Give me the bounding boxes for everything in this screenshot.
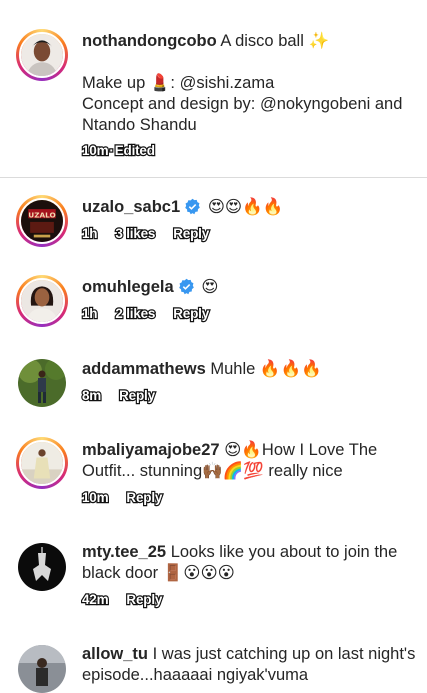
reply-button[interactable]: Reply	[172, 225, 210, 242]
comment-username[interactable]: allow_tu	[82, 645, 148, 663]
comment-text: mty.tee_25 Looks like you about to join …	[82, 542, 421, 584]
avatar[interactable]	[18, 543, 66, 591]
comment-item: addammathews Muhle 🔥🔥🔥 8m Reply	[0, 351, 427, 423]
reply-button[interactable]: Reply	[125, 489, 163, 506]
comment-avatar-ring[interactable]	[16, 437, 68, 489]
caption-line-1: A disco ball ✨	[220, 32, 330, 50]
comment-item: mbaliyamajobe27 😍🔥How I Love The Outfit.…	[0, 432, 427, 524]
comment-avatar[interactable]	[16, 643, 68, 693]
comment-username[interactable]: omuhlegela	[82, 278, 174, 296]
comment-time: 10m	[81, 489, 110, 506]
comment-item: allow_tu I was just catching up on last …	[0, 637, 427, 693]
comments-screen: nothandongcobo A disco ball ✨ Make up 💄:…	[0, 0, 427, 693]
comment-time: 1h	[81, 305, 99, 322]
comment-likes[interactable]: 3 likes	[114, 225, 156, 242]
comment-time: 8m	[81, 387, 103, 404]
verified-badge-icon	[185, 198, 200, 215]
comment-avatar[interactable]	[16, 541, 68, 593]
verified-badge-icon	[178, 278, 194, 295]
reply-button[interactable]: Reply	[172, 305, 210, 322]
caption-line-3: Concept and design by: @nokyngobeni and …	[82, 95, 403, 134]
caption-avatar-ring[interactable]	[16, 29, 68, 81]
comment-avatar-ring[interactable]: UZALO	[16, 195, 68, 247]
comment-item: mty.tee_25 Looks like you about to join …	[0, 535, 427, 627]
caption-time: 10m	[81, 142, 110, 159]
comment-meta: 1h 2 likes Reply	[81, 305, 227, 322]
comment-username[interactable]: uzalo_sabc1	[82, 198, 180, 216]
avatar[interactable]: UZALO	[19, 198, 65, 244]
caption-line-2: Make up 💄: @sishi.zama	[82, 74, 275, 92]
comment-body: 😍😍🔥🔥	[207, 198, 284, 216]
caption-block: nothandongcobo A disco ball ✨ Make up 💄:…	[0, 0, 427, 177]
comment-avatar-ring[interactable]	[16, 275, 68, 327]
reply-button[interactable]: Reply	[118, 387, 156, 404]
divider	[0, 177, 427, 178]
svg-text:UZALO: UZALO	[28, 210, 55, 219]
comment-item: omuhlegela 😍 1h 2 likes Reply	[0, 270, 427, 342]
caption-edited-label: Edited	[114, 142, 157, 159]
comment-text: omuhlegela 😍	[82, 277, 421, 298]
caption-username[interactable]: nothandongcobo	[82, 32, 217, 50]
avatar[interactable]	[18, 359, 66, 407]
meta-dot: ·	[108, 142, 115, 159]
comment-text: mbaliyamajobe27 😍🔥How I Love The Outfit.…	[82, 440, 421, 482]
comment-time: 1h	[81, 225, 99, 242]
comment-meta: 1h 3 likes Reply	[81, 225, 227, 242]
comment-body: Muhle 🔥🔥🔥	[210, 360, 322, 378]
comment-text: allow_tu I was just catching up on last …	[82, 644, 421, 686]
caption-meta: 10m·Edited	[81, 142, 173, 159]
comment-meta: 8m Reply	[81, 387, 173, 404]
comment-username[interactable]: mbaliyamajobe27	[82, 441, 220, 459]
comment-avatar[interactable]	[16, 357, 68, 409]
comment-meta: 42m Reply	[81, 591, 180, 608]
comment-username[interactable]: mty.tee_25	[82, 543, 166, 561]
comment-meta: 10m Reply	[81, 489, 180, 506]
comment-item: UZALO uzalo_sabc1 😍😍🔥🔥 1h 3 likes Reply	[0, 190, 427, 262]
comment-username[interactable]: addammathews	[82, 360, 206, 378]
caption-text: nothandongcobo A disco ball ✨ Make up 💄:…	[82, 31, 421, 136]
comment-time: 42m	[81, 591, 110, 608]
comment-text: addammathews Muhle 🔥🔥🔥	[82, 359, 421, 380]
comment-text: uzalo_sabc1 😍😍🔥🔥	[82, 197, 421, 218]
avatar[interactable]	[19, 278, 65, 324]
avatar[interactable]	[19, 32, 65, 78]
comment-body: 😍	[201, 278, 219, 296]
reply-button[interactable]: Reply	[125, 591, 163, 608]
avatar[interactable]	[19, 440, 65, 486]
avatar[interactable]	[18, 645, 66, 693]
comment-likes[interactable]: 2 likes	[114, 305, 156, 322]
